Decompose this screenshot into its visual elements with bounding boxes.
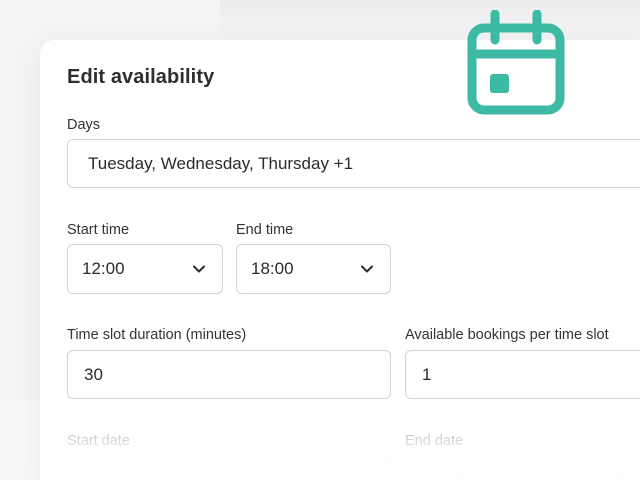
end-time-select[interactable]: 18:00 bbox=[236, 244, 391, 294]
slot-duration-input[interactable]: 30 bbox=[67, 350, 391, 399]
days-label: Days bbox=[67, 117, 101, 133]
end-time-label: End time bbox=[236, 222, 294, 238]
bookings-per-slot-value: 1 bbox=[422, 364, 432, 384]
chevron-down-icon bbox=[361, 265, 373, 273]
end-date-input[interactable]: Wednesday, 28 September 2022 bbox=[405, 456, 640, 480]
bookings-per-slot-input[interactable]: 1 bbox=[405, 350, 640, 399]
start-date-input[interactable]: Tuesday, 27 September 2022 bbox=[67, 456, 391, 480]
start-time-select[interactable]: 12:00 bbox=[67, 244, 223, 294]
chevron-down-icon bbox=[193, 265, 205, 273]
dialog-title: Edit availability bbox=[67, 66, 215, 88]
start-date-label: Start date bbox=[67, 433, 130, 449]
end-time-value: 18:00 bbox=[251, 259, 294, 278]
background-decoration bbox=[220, 0, 640, 40]
bookings-per-slot-label: Available bookings per time slot bbox=[405, 327, 609, 343]
end-date-value: Wednesday, 28 September 2022 bbox=[426, 466, 640, 480]
end-date-label: End date bbox=[405, 433, 464, 449]
start-time-label: Start time bbox=[67, 222, 130, 238]
background-decoration bbox=[0, 400, 40, 480]
slot-duration-label: Time slot duration (minutes) bbox=[67, 327, 247, 343]
start-time-value: 12:00 bbox=[82, 259, 125, 278]
start-date-value: Tuesday, 27 September 2022 bbox=[88, 466, 311, 480]
calendar-icon bbox=[467, 10, 565, 115]
days-value: Tuesday, Wednesday, Thursday +1 bbox=[88, 153, 354, 173]
days-select[interactable]: Tuesday, Wednesday, Thursday +1 bbox=[67, 139, 640, 188]
slot-duration-value: 30 bbox=[84, 364, 103, 384]
